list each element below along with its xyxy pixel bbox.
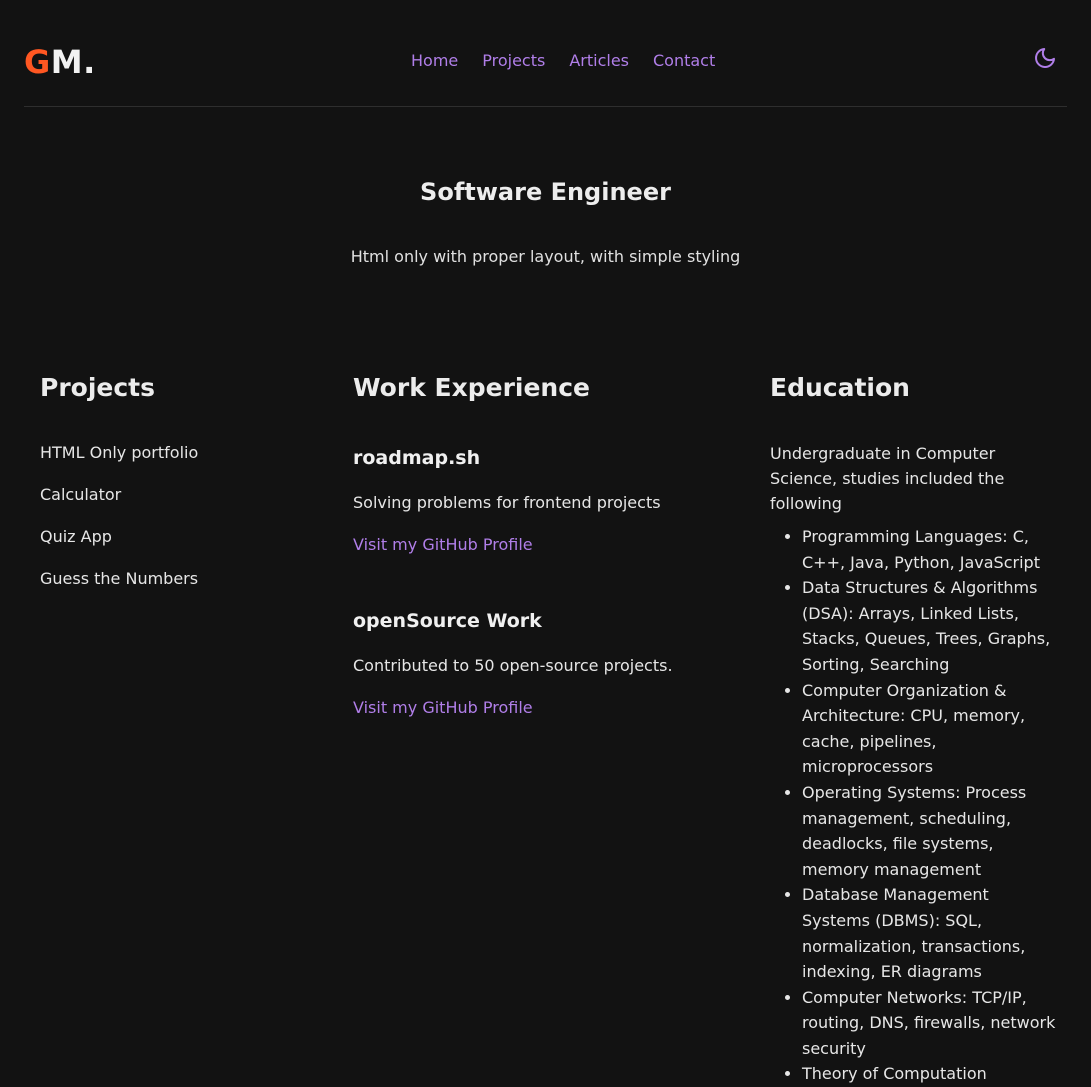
github-profile-link[interactable]: Visit my GitHub Profile bbox=[353, 697, 533, 719]
education-item: Data Structures & Algorithms (DSA): Arra… bbox=[802, 575, 1057, 677]
nav-link-projects[interactable]: Projects bbox=[482, 50, 545, 72]
job-entry: roadmap.sh Solving problems for frontend… bbox=[353, 446, 661, 554]
projects-heading: Projects bbox=[40, 373, 156, 402]
education-intro: Undergraduate in Computer Science, studi… bbox=[770, 444, 1005, 513]
site-header: GM. Home Projects Articles Contact bbox=[24, 0, 1067, 107]
hero-title: Software Engineer bbox=[420, 178, 671, 206]
github-profile-link[interactable]: Visit my GitHub Profile bbox=[353, 534, 533, 556]
work-experience-heading: Work Experience bbox=[353, 373, 590, 402]
education-item: Theory of Computation bbox=[802, 1061, 1057, 1087]
project-item: HTML Only portfolio bbox=[40, 443, 199, 462]
logo-letter-g: G bbox=[24, 43, 51, 81]
job-description: Solving problems for frontend projects bbox=[353, 493, 661, 512]
nav-link-home[interactable]: Home bbox=[411, 50, 458, 72]
education-section: Education Undergraduate in Computer Scie… bbox=[770, 372, 1060, 1083]
education-item: Database Management Systems (DBMS): SQL,… bbox=[802, 882, 1057, 984]
hero-subtitle: Html only with proper layout, with simpl… bbox=[350, 247, 741, 266]
job-title: roadmap.sh bbox=[353, 447, 481, 469]
education-item: Programming Languages: C, C++, Java, Pyt… bbox=[802, 524, 1057, 575]
nav-link-articles[interactable]: Articles bbox=[569, 50, 629, 72]
education-item: Computer Organization & Architecture: CP… bbox=[802, 678, 1057, 780]
logo[interactable]: GM. bbox=[24, 44, 96, 80]
education-list: Programming Languages: C, C++, Java, Pyt… bbox=[770, 524, 1057, 1087]
main-nav: Home Projects Articles Contact bbox=[411, 50, 715, 72]
project-item: Guess the Numbers bbox=[40, 569, 199, 588]
education-item: Operating Systems: Process management, s… bbox=[802, 780, 1057, 882]
job-description: Contributed to 50 open-source projects. bbox=[353, 656, 673, 675]
project-item: Quiz App bbox=[40, 527, 112, 546]
job-title: openSource Work bbox=[353, 610, 542, 632]
education-item: Computer Networks: TCP/IP, routing, DNS,… bbox=[802, 985, 1057, 1062]
projects-list: HTML Only portfolio Calculator Quiz App … bbox=[40, 442, 198, 610]
logo-letters-rest: M. bbox=[50, 43, 96, 81]
project-item: Calculator bbox=[40, 485, 122, 504]
projects-section: Projects HTML Only portfolio Calculator … bbox=[40, 372, 300, 588]
moon-icon[interactable] bbox=[1033, 46, 1057, 70]
education-heading: Education bbox=[770, 373, 910, 402]
work-experience-section: Work Experience roadmap.sh Solving probl… bbox=[353, 372, 733, 717]
job-entry: openSource Work Contributed to 50 open-s… bbox=[353, 609, 673, 717]
nav-link-contact[interactable]: Contact bbox=[653, 50, 715, 72]
